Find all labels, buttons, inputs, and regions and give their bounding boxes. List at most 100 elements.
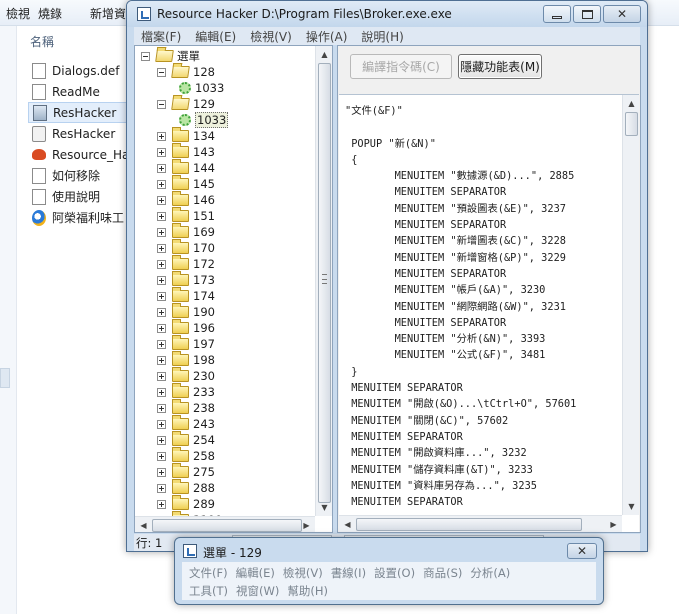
- tree-node[interactable]: 197: [157, 335, 215, 352]
- preview-menu-item[interactable]: 檢視(V): [279, 565, 327, 581]
- tree-node[interactable]: 170: [157, 239, 215, 256]
- expand-icon[interactable]: [157, 195, 166, 205]
- expand-icon[interactable]: [157, 307, 166, 317]
- menu-view[interactable]: 檢視(V): [243, 28, 299, 45]
- tree-node[interactable]: 288: [157, 479, 215, 496]
- tree-node[interactable]: 254: [157, 431, 215, 448]
- tree-horizontal-scrollbar[interactable]: ◀ ▶: [135, 516, 315, 532]
- menu-file[interactable]: 檔案(F): [134, 28, 188, 45]
- scroll-right-icon[interactable]: ▶: [298, 517, 315, 532]
- menu-help[interactable]: 說明(H): [354, 28, 410, 45]
- preview-menu-item[interactable]: 幫助(H): [283, 583, 332, 599]
- scroll-right-icon[interactable]: ▶: [605, 516, 622, 533]
- preview-menu-item[interactable]: 視窗(W): [232, 583, 283, 599]
- script-text[interactable]: "文件(&F)" POPUP "新(&N)" { MENUITEM "數據源(&…: [345, 103, 615, 517]
- expand-icon[interactable]: [157, 371, 166, 381]
- file-item[interactable]: 阿榮福利味工: [28, 207, 133, 228]
- preview-menu-item[interactable]: 分析(A): [466, 565, 514, 581]
- scroll-up-icon[interactable]: ▲: [316, 46, 332, 63]
- column-header-name[interactable]: 名稱: [30, 33, 54, 50]
- preview-close-button[interactable]: ✕: [567, 543, 597, 559]
- toolbar-view[interactable]: 檢視: [6, 5, 30, 22]
- preview-menu-item[interactable]: 編輯(E): [232, 565, 279, 581]
- expand-icon[interactable]: [157, 403, 166, 413]
- title-bar[interactable]: Resource Hacker D:\Program Files\Broker.…: [127, 1, 647, 27]
- tree-node[interactable]: 238: [157, 399, 215, 416]
- expand-icon[interactable]: [157, 147, 166, 157]
- preview-menu-item[interactable]: 工具(T): [185, 583, 232, 599]
- expand-icon[interactable]: [157, 419, 166, 429]
- tree-scroll-thumb[interactable]: [318, 63, 331, 503]
- tree-hscroll-thumb[interactable]: [152, 519, 302, 532]
- tree-node[interactable]: 190: [157, 303, 215, 320]
- expand-icon[interactable]: [157, 275, 166, 285]
- collapse-icon[interactable]: [157, 67, 166, 77]
- file-item[interactable]: ReadMe: [28, 81, 133, 102]
- tree-node[interactable]: 289: [157, 495, 215, 512]
- scroll-down-icon[interactable]: ▼: [316, 499, 332, 516]
- file-item[interactable]: Dialogs.def: [28, 60, 133, 81]
- tree-node[interactable]: 145: [157, 175, 215, 192]
- expand-icon[interactable]: [157, 435, 166, 445]
- file-item[interactable]: ResHacker: [28, 123, 133, 144]
- expand-icon[interactable]: [157, 291, 166, 301]
- tree-node[interactable]: 196: [157, 319, 215, 336]
- tree-node[interactable]: 173: [157, 271, 215, 288]
- nav-pane-item[interactable]: [0, 368, 10, 388]
- tree-node[interactable]: 275: [157, 463, 215, 480]
- tree-node[interactable]: 230: [157, 367, 215, 384]
- hide-menu-button[interactable]: 隱藏功能表(M): [458, 54, 542, 79]
- expand-icon[interactable]: [157, 387, 166, 397]
- tree-node[interactable]: 169: [157, 223, 215, 240]
- expand-icon[interactable]: [157, 259, 166, 269]
- file-item[interactable]: 如何移除: [28, 165, 133, 186]
- scroll-down-icon[interactable]: ▼: [623, 498, 640, 515]
- expand-icon[interactable]: [157, 163, 166, 173]
- expand-icon[interactable]: [157, 339, 166, 349]
- tree-node[interactable]: 243: [157, 415, 215, 432]
- close-button[interactable]: ✕: [603, 5, 641, 23]
- scroll-left-icon[interactable]: ◀: [135, 517, 152, 532]
- expand-icon[interactable]: [157, 131, 166, 141]
- expand-icon[interactable]: [157, 179, 166, 189]
- tree-vertical-scrollbar[interactable]: ▲ ▼: [315, 46, 332, 516]
- file-item[interactable]: ResHacker: [28, 102, 133, 123]
- tree-node[interactable]: 146: [157, 191, 215, 208]
- tree-node[interactable]: 144: [157, 159, 215, 176]
- tree-node[interactable]: 143: [157, 143, 215, 160]
- preview-menu-item[interactable]: 商品(S): [419, 565, 466, 581]
- editor-scroll-thumb[interactable]: [625, 112, 638, 136]
- editor-hscroll-thumb[interactable]: [356, 518, 582, 531]
- tree-node[interactable]: 128: [157, 64, 215, 80]
- collapse-icon[interactable]: [141, 51, 150, 61]
- expand-icon[interactable]: [157, 499, 166, 509]
- expand-icon[interactable]: [157, 451, 166, 461]
- expand-icon[interactable]: [157, 355, 166, 365]
- tree-leaf-label[interactable]: 1033: [195, 81, 224, 95]
- maximize-button[interactable]: [573, 5, 601, 23]
- tree-node[interactable]: 134: [157, 127, 215, 144]
- expand-icon[interactable]: [157, 483, 166, 493]
- collapse-icon[interactable]: [157, 99, 166, 109]
- tree-leaf-label[interactable]: 1033: [195, 112, 229, 128]
- tree-node[interactable]: 129: [157, 96, 215, 112]
- tree-node[interactable]: 233: [157, 383, 215, 400]
- tree-node[interactable]: 1033: [179, 80, 224, 96]
- editor-horizontal-scrollbar[interactable]: ◀ ▶: [339, 515, 622, 532]
- script-editor[interactable]: "文件(&F)" POPUP "新(&N)" { MENUITEM "數據源(&…: [339, 94, 639, 532]
- file-item[interactable]: 使用說明: [28, 186, 133, 207]
- toolbar-burn[interactable]: 燒錄: [38, 5, 62, 22]
- editor-vertical-scrollbar[interactable]: ▲ ▼: [622, 95, 639, 515]
- scroll-left-icon[interactable]: ◀: [339, 516, 356, 533]
- tree-node[interactable]: 172: [157, 255, 215, 272]
- menu-edit[interactable]: 編輯(E): [188, 28, 243, 45]
- tree-node[interactable]: 1033: [179, 112, 229, 128]
- tree-node[interactable]: 174: [157, 287, 215, 304]
- tree-node[interactable]: 258: [157, 447, 215, 464]
- tree-node[interactable]: 151: [157, 207, 215, 224]
- scroll-up-icon[interactable]: ▲: [623, 95, 640, 112]
- minimize-button[interactable]: [543, 5, 571, 23]
- file-item[interactable]: Resource_Ha: [28, 144, 133, 165]
- expand-icon[interactable]: [157, 323, 166, 333]
- expand-icon[interactable]: [157, 211, 166, 221]
